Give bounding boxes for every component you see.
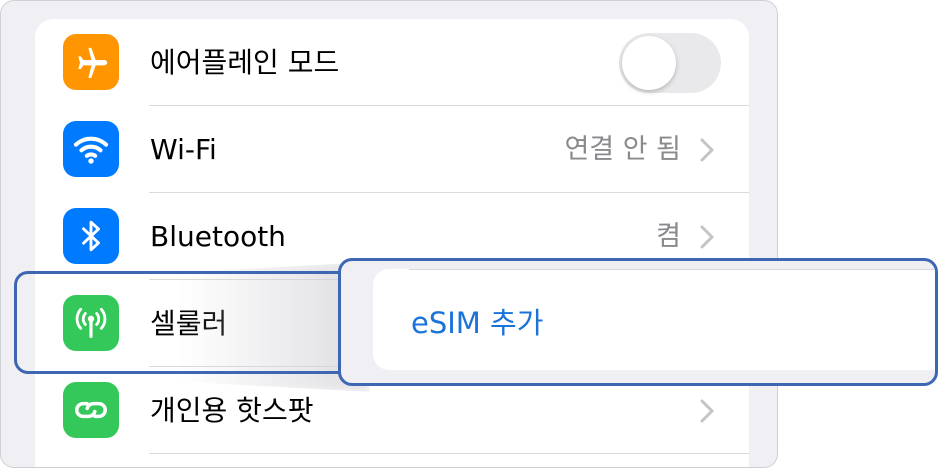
chevron-right-icon — [700, 138, 714, 162]
settings-window: 에어플레인 모드 Wi-Fi 연결 안 됨 Bluetooth 켬 개인용 핫스… — [0, 0, 778, 468]
settings-list: 에어플레인 모드 Wi-Fi 연결 안 됨 Bluetooth 켬 개인용 핫스… — [35, 19, 749, 467]
airplane-mode-label: 에어플레인 모드 — [150, 46, 340, 79]
settings-row-airplane-mode: 에어플레인 모드 — [35, 19, 749, 106]
hotspot-link-icon — [63, 382, 119, 438]
wifi-label: Wi-Fi — [150, 133, 217, 166]
wifi-status-value: 연결 안 됨 — [564, 134, 681, 165]
esim-callout-popover: eSIM 추가 — [338, 258, 938, 386]
esim-option-card: eSIM 추가 — [373, 269, 935, 370]
bluetooth-label: Bluetooth — [150, 220, 286, 253]
settings-row-wifi[interactable]: Wi-Fi 연결 안 됨 — [35, 106, 749, 193]
toggle-knob — [622, 36, 676, 90]
cellular-highlight-box — [14, 271, 366, 374]
chevron-right-icon — [700, 225, 714, 249]
airplane-mode-toggle[interactable] — [619, 33, 721, 93]
airplane-icon — [63, 34, 119, 90]
wifi-icon — [63, 121, 119, 177]
row-divider — [149, 453, 749, 454]
add-esim-button[interactable]: eSIM 추가 — [411, 269, 543, 378]
chevron-right-icon — [700, 399, 714, 423]
bluetooth-icon — [63, 208, 119, 264]
